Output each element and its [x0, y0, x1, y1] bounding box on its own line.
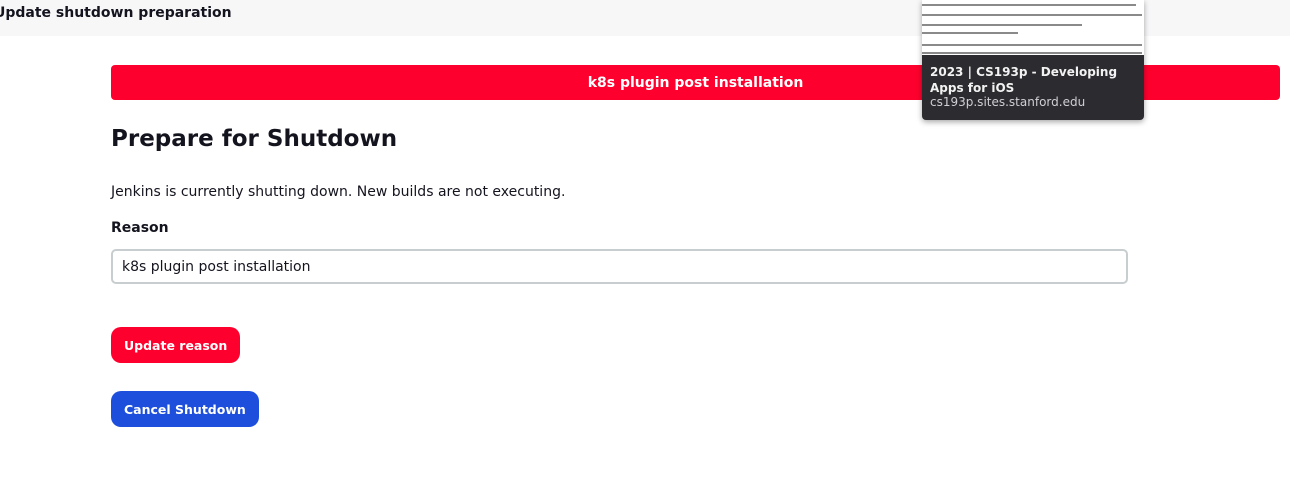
link-preview-thumbnail [922, 0, 1144, 55]
link-preview-url: cs193p.sites.stanford.edu [930, 95, 1086, 109]
link-preview-popup[interactable]: 2023 | CS193p - Developing Apps for iOS … [922, 0, 1144, 120]
page-title: Prepare for Shutdown [111, 126, 398, 152]
reason-label: Reason [111, 220, 169, 236]
link-preview-title: 2023 | CS193p - Developing Apps for iOS [930, 65, 1118, 95]
banner-text: k8s plugin post installation [587, 74, 804, 91]
cancel-shutdown-button[interactable]: Cancel Shutdown [111, 391, 259, 427]
reason-input[interactable] [111, 249, 1128, 284]
update-reason-button[interactable]: Update reason [111, 327, 241, 363]
shutdown-description: Jenkins is currently shutting down. New … [111, 184, 566, 200]
header-title: Update shutdown preparation [0, 5, 232, 21]
